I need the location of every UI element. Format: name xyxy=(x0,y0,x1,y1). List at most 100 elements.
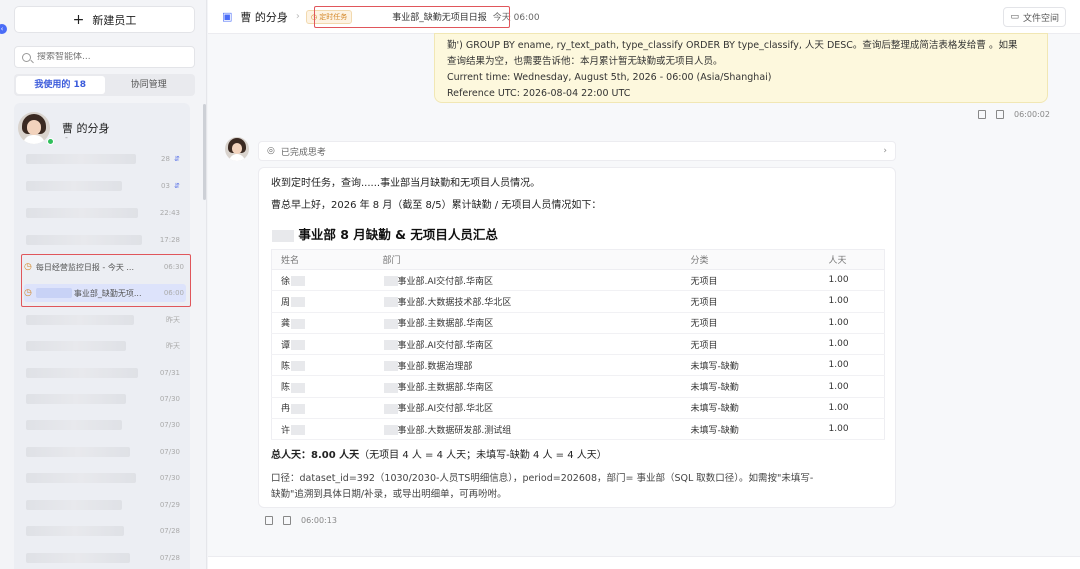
chat-title: 曹 的分身 xyxy=(240,10,288,24)
bot-avatar xyxy=(225,137,249,161)
conversation-time: 07/30 xyxy=(159,448,180,456)
new-employee-button[interactable]: + 新建员工 xyxy=(14,6,195,33)
answer-footnote: 口径：dataset_id=392（1030/2030-人员TS明细信息），pe… xyxy=(271,473,814,501)
tab-my-used[interactable]: 我使用的 18 xyxy=(16,76,105,94)
search-box[interactable] xyxy=(14,46,195,68)
conversation-item[interactable]: 07/28 xyxy=(26,522,182,540)
header-separator: › xyxy=(295,11,300,22)
conversation-item[interactable]: 07/30 xyxy=(26,469,182,487)
delete-icon[interactable] xyxy=(996,110,1004,119)
conversation-item[interactable]: 22:43 xyxy=(26,204,182,222)
cell-dept: 事业部.AI交付部.华南区 xyxy=(373,269,682,292)
conversation-item[interactable]: 昨天 xyxy=(26,311,182,329)
cell-type: 无项目 xyxy=(681,269,820,292)
cell-days: 1.00 xyxy=(819,312,885,334)
copy-icon[interactable] xyxy=(978,110,986,119)
agent-name: 曹 的分身 xyxy=(62,122,110,135)
conversation-title-redacted xyxy=(26,235,142,245)
cell-dept: 事业部.AI交付部.华南区 xyxy=(373,333,682,356)
conversation-item[interactable]: 17:28 xyxy=(26,231,182,249)
cell-type: 未填写-缺勤 xyxy=(681,375,820,398)
col-dept: 部门 xyxy=(373,249,682,270)
table-row: 许事业部.大数据研发部.测试组 未填写-缺勤 1.00 xyxy=(271,418,885,441)
col-type: 分类 xyxy=(681,249,820,270)
tab-collab-manage[interactable]: 协同管理 xyxy=(105,76,194,94)
copy-icon[interactable] xyxy=(265,516,273,525)
conversation-title-redacted xyxy=(26,526,124,536)
conversation-item[interactable]: 07/29 xyxy=(26,496,182,514)
conversation-item[interactable]: 昨天 xyxy=(26,337,182,355)
conversation-title-redacted xyxy=(26,181,122,191)
agent-header[interactable]: 曹 的分身 - xyxy=(18,107,186,149)
cell-name: 徐 xyxy=(271,269,374,292)
user-message-line: 勤') GROUP BY ename, ry_text_path, type_c… xyxy=(447,40,1018,51)
table-row: 冉事业部.AI交付部.华北区 未填写-缺勤 1.00 xyxy=(271,397,885,420)
agent-avatar xyxy=(18,112,50,144)
thinking-icon: ◎ xyxy=(267,146,275,156)
conversation-title-redacted xyxy=(26,394,126,404)
sidebar-tabs: 我使用的 18 协同管理 xyxy=(14,74,195,96)
conversation-item[interactable]: 07/31 xyxy=(26,364,182,382)
conversation-time: 昨天 xyxy=(166,342,180,350)
answer-line: 收到定时任务，查询......事业部当月缺勤和无项目人员情况。 xyxy=(271,178,541,189)
thinking-toggle[interactable]: ◎ 已完成思考 › xyxy=(258,141,896,161)
conversation-item[interactable]: 07/30 xyxy=(26,416,182,434)
sidebar: ‹ + 新建员工 我使用的 18 协同管理 曹 的分身 - 28 ⇵ 03 ⇵ 22… xyxy=(0,0,207,569)
conversation-time: 03 ⇵ xyxy=(160,182,180,190)
cell-type: 未填写-缺勤 xyxy=(681,397,820,420)
conversation-time: 07/31 xyxy=(159,369,180,377)
collapse-sidebar-icon[interactable]: ‹ xyxy=(0,24,7,34)
search-input[interactable] xyxy=(37,52,187,62)
conversation-time: 昨天 xyxy=(166,316,180,324)
main-panel: ▣ 曹 的分身 › ◷ 定时任务 事业部_缺勤无项目日报 今天 06:00 ▭ … xyxy=(208,0,1080,569)
conversation-item[interactable]: 07/30 xyxy=(26,390,182,408)
user-message-line: 查询结果为空，也需要告诉他：本月累计暂无缺勤或无项目人员。 xyxy=(447,56,723,67)
conversation-title-redacted xyxy=(26,341,126,351)
conversation-title-redacted xyxy=(26,500,122,510)
pin-icon: ⇵ xyxy=(174,155,180,163)
conversation-time: 17:28 xyxy=(159,236,180,244)
conversation-title-redacted xyxy=(26,368,138,378)
answer-line: 曹总早上好，2026 年 8 月（截至 8/5）累计缺勤 / 无项目人员情况如下… xyxy=(271,200,602,211)
cell-days: 1.00 xyxy=(819,269,885,292)
cell-dept: 事业部.数据治理部 xyxy=(373,354,682,377)
chat-header: ▣ 曹 的分身 › ◷ 定时任务 事业部_缺勤无项目日报 今天 06:00 ▭ … xyxy=(208,0,1080,34)
conversation-time: 22:43 xyxy=(159,209,180,217)
total-summary: 总人天：8.00 人天（无项目 4 人 = 4 人天；未填写-缺勤 4 人 = … xyxy=(271,450,607,462)
table-row: 陈事业部.数据治理部 未填写-缺勤 1.00 xyxy=(271,354,885,377)
conversation-item[interactable]: 03 ⇵ xyxy=(26,177,182,195)
cell-days: 1.00 xyxy=(819,333,885,356)
table-row: 周事业部.大数据技术部.华北区 无项目 1.00 xyxy=(271,290,885,313)
search-icon xyxy=(22,52,31,62)
table-row: 徐事业部.AI交付部.华南区 无项目 1.00 xyxy=(271,269,885,292)
conversation-time: 07/30 xyxy=(159,421,180,429)
delete-icon[interactable] xyxy=(283,516,291,525)
conversation-title-redacted xyxy=(26,447,130,457)
conversation-item[interactable]: 07/30 xyxy=(26,443,182,461)
conversation-title-redacted xyxy=(26,154,136,164)
cell-dept: 事业部.AI交付部.华北区 xyxy=(373,397,682,420)
user-message-actions: 06:00:02 xyxy=(978,110,1050,119)
conversation-item[interactable]: 07/28 xyxy=(26,549,182,567)
col-name: 姓名 xyxy=(271,249,374,270)
input-area[interactable] xyxy=(208,556,1080,569)
thinking-label: 已完成思考 xyxy=(280,147,326,158)
cell-type: 无项目 xyxy=(681,312,820,334)
user-message-time: 06:00:02 xyxy=(1014,110,1050,119)
answer-heading: 事业部 8 月缺勤 & 无项目人员汇总 xyxy=(271,224,883,243)
plus-icon: + xyxy=(72,11,85,28)
conversation-time: 07/29 xyxy=(159,501,180,509)
answer-time: 06:00:13 xyxy=(301,516,337,525)
cell-dept: 事业部.大数据技术部.华北区 xyxy=(373,290,682,313)
table-row: 谭事业部.AI交付部.华南区 无项目 1.00 xyxy=(271,333,885,356)
conversation-item[interactable]: 28 ⇵ xyxy=(26,150,182,168)
conversation-time: 28 ⇵ xyxy=(160,155,180,163)
sidebar-scrollbar[interactable] xyxy=(203,104,206,200)
cell-type: 未填写-缺勤 xyxy=(681,354,820,377)
user-message-line: Current time: Wednesday, August 5th, 202… xyxy=(447,72,772,83)
conversation-title-redacted xyxy=(26,315,134,325)
folder-icon: ▭ xyxy=(1010,12,1019,22)
online-status-dot xyxy=(47,138,54,145)
file-space-button[interactable]: ▭ 文件空间 xyxy=(1003,7,1066,27)
conversation-title-redacted xyxy=(26,420,122,430)
